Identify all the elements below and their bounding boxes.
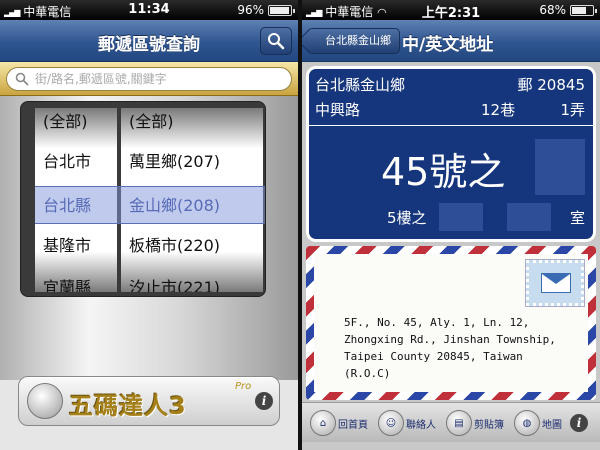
floor-suffix-field[interactable] bbox=[439, 203, 483, 231]
contacts-button[interactable]: ☺ 聯絡人 bbox=[378, 409, 436, 437]
english-address-line: 5F., No. 45, Aly. 1, Ln. 12, bbox=[344, 316, 530, 329]
back-button[interactable]: 台北縣金山鄉 bbox=[308, 28, 400, 54]
city-option[interactable]: 台北市 bbox=[35, 142, 117, 182]
floor: 5樓之 bbox=[387, 209, 427, 227]
clipboard-icon: ▤ bbox=[446, 410, 472, 436]
clipboard-label: 剪貼簿 bbox=[474, 419, 504, 431]
map-label: 地圖 bbox=[542, 419, 562, 431]
bottom-toolbar: ⌂ 回首頁 ☺ 聯絡人 ▤ 剪貼簿 ◍ 地圖 i bbox=[302, 402, 600, 442]
room-field[interactable] bbox=[507, 203, 551, 231]
district-option[interactable]: 萬里鄉(207) bbox=[121, 142, 263, 182]
contact-icon: ☺ bbox=[378, 410, 404, 436]
city-option[interactable]: 宜蘭縣 bbox=[35, 268, 117, 292]
search-placeholder: 街/路名,郵遞區號,關鍵字 bbox=[35, 72, 167, 86]
map-button[interactable]: ◍ 地圖 bbox=[514, 409, 562, 437]
number-suffix-field[interactable] bbox=[535, 139, 585, 195]
contacts-label: 聯絡人 bbox=[406, 419, 436, 431]
english-address-line: (R.O.C) bbox=[344, 367, 391, 380]
room-label: 室 bbox=[569, 209, 585, 227]
mail-icon bbox=[541, 273, 571, 293]
road-name: 中興路 bbox=[315, 101, 361, 119]
district-option[interactable]: 汐止市(221) bbox=[121, 268, 263, 292]
info-icon[interactable]: i bbox=[255, 392, 273, 410]
search-icon bbox=[268, 33, 285, 50]
alley: 1弄 bbox=[560, 101, 585, 119]
battery-icon bbox=[268, 5, 295, 16]
battery-percent: 96% bbox=[237, 3, 264, 17]
right-screen: ▂▄▆ 中華電信 ◠ 上午2:31 68% 台北縣金山鄉 中/英文地址 台北縣金… bbox=[302, 0, 600, 450]
district-option[interactable]: (全部) bbox=[121, 108, 263, 142]
status-bar: ▂▄▆ 中華電信 ◠ 上午2:31 68% bbox=[302, 0, 600, 21]
picker-selection-bar bbox=[35, 186, 265, 224]
left-screen: ▂▄▆ 中華電信 11:34 96% 郵遞區號查詢 街/路名,郵遞區號,關鍵字 … bbox=[0, 0, 298, 450]
search-bar: 街/路名,郵遞區號,關鍵字 bbox=[0, 62, 298, 96]
search-button[interactable] bbox=[260, 27, 292, 55]
city-option[interactable]: (全部) bbox=[35, 108, 117, 142]
page-title: 郵遞區號查詢 bbox=[98, 35, 200, 55]
stamp bbox=[525, 259, 585, 307]
brand-name: 五碼達人3 bbox=[69, 392, 187, 420]
address-separator bbox=[309, 125, 593, 126]
address-panel: 台北縣金山鄉 郵 20845 中興路 12巷 1弄 45號之 5樓之 室 bbox=[309, 69, 593, 239]
zip-code: 郵 20845 bbox=[517, 76, 586, 94]
chinese-address-card: 台北縣金山鄉 郵 20845 中興路 12巷 1弄 45號之 5樓之 室 bbox=[306, 66, 596, 242]
status-bar: ▂▄▆ 中華電信 11:34 96% bbox=[0, 0, 298, 20]
lane: 12巷 bbox=[481, 101, 516, 119]
clipboard-button[interactable]: ▤ 剪貼簿 bbox=[446, 409, 504, 437]
envelope-body: 5F., No. 45, Aly. 1, Ln. 12, Zhongxing R… bbox=[314, 254, 588, 392]
pro-label: Pro bbox=[235, 381, 252, 392]
nav-bar: 郵遞區號查詢 bbox=[0, 20, 298, 62]
english-address-line: Zhongxing Rd., Jinshan Township, bbox=[344, 333, 556, 346]
back-button-label: 台北縣金山鄉 bbox=[325, 34, 391, 47]
region-picker[interactable]: (全部) 台北市 台北縣 基隆市 宜蘭縣 (全部) 萬里鄉(207) 金山鄉(2… bbox=[20, 101, 266, 297]
app-logo-icon bbox=[27, 383, 63, 419]
battery-icon bbox=[570, 5, 597, 16]
home-button[interactable]: ⌂ 回首頁 bbox=[310, 409, 368, 437]
search-input[interactable]: 街/路名,郵遞區號,關鍵字 bbox=[6, 67, 292, 91]
magnifier-icon bbox=[15, 72, 29, 86]
info-icon[interactable]: i bbox=[570, 414, 588, 432]
app-banner[interactable]: 五碼達人3 Pro i bbox=[18, 376, 280, 426]
home-icon: ⌂ bbox=[310, 410, 336, 436]
airmail-envelope: 5F., No. 45, Aly. 1, Ln. 12, Zhongxing R… bbox=[306, 246, 596, 400]
city-option[interactable]: 基隆市 bbox=[35, 226, 117, 266]
english-address: 5F., No. 45, Aly. 1, Ln. 12, Zhongxing R… bbox=[344, 314, 556, 382]
district-option[interactable]: 板橋市(220) bbox=[121, 226, 263, 266]
battery-percent: 68% bbox=[539, 3, 566, 17]
home-label: 回首頁 bbox=[338, 419, 368, 431]
english-address-line: Taipei County 20845, Taiwan bbox=[344, 350, 523, 363]
county-town: 台北縣金山鄉 bbox=[315, 76, 406, 94]
page-title: 中/英文地址 bbox=[402, 35, 494, 55]
globe-icon: ◍ bbox=[514, 410, 540, 436]
house-number: 45號之 bbox=[381, 150, 506, 194]
nav-bar: 台北縣金山鄉 中/英文地址 bbox=[302, 20, 600, 62]
